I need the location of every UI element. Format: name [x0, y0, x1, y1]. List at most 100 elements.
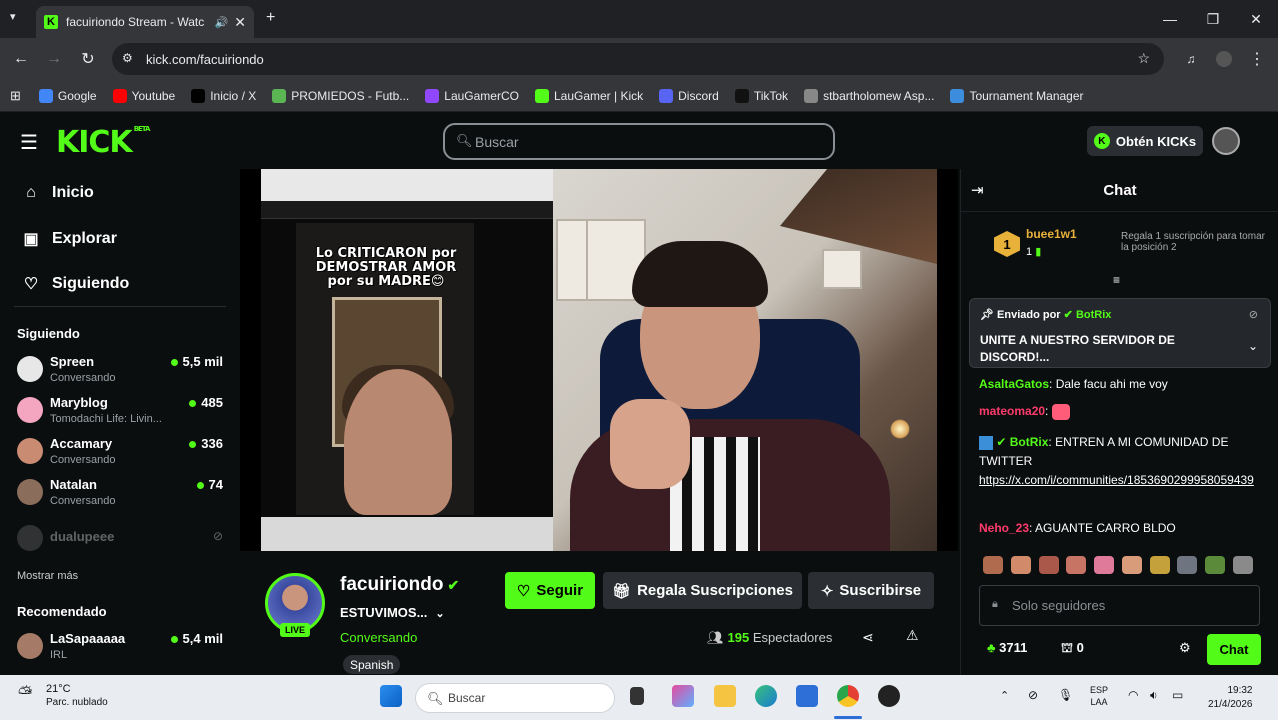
stream-title-row[interactable]: ESTUVIMOS... ⌄	[340, 605, 445, 620]
bookmark-item[interactable]: LauGamer | Kick	[534, 88, 643, 103]
video-player[interactable]: Lo CRITICARON por DEMOSTRAR AMOR por su …	[240, 169, 958, 551]
leaderboard-toggle-icon[interactable]: ≡	[1113, 273, 1120, 287]
emote-icon[interactable]	[1177, 556, 1198, 574]
sidebar-channel-natalan[interactable]: Natalan Conversando 74	[17, 475, 227, 515]
stream-category[interactable]: Conversando	[340, 630, 417, 645]
search-icon: 🔍︎	[456, 133, 473, 148]
store-icon[interactable]	[796, 685, 818, 707]
sidebar-channel-lasapaaaaa[interactable]: LaSapaaaaa IRL 5,4 mil	[17, 629, 227, 669]
profile-avatar-icon[interactable]	[1213, 48, 1235, 70]
hamburger-menu-icon[interactable]: ☰	[20, 130, 38, 155]
send-chat-button[interactable]: Chat	[1207, 634, 1261, 665]
points-display[interactable]: ♣ 3711	[987, 640, 1027, 655]
chat-link[interactable]: https://x.com/i/communities/185369029995…	[979, 473, 1254, 487]
emote-icon[interactable]	[1121, 556, 1142, 574]
address-bar[interactable]: ⚙ kick.com/facuiriondo ☆	[112, 43, 1164, 75]
chat-settings-icon[interactable]: ⚙	[1179, 640, 1191, 656]
language-indicator[interactable]: ESP LAA	[1090, 684, 1108, 708]
report-icon[interactable]: ⚠	[906, 627, 919, 644]
emote-icon[interactable]	[1149, 556, 1170, 574]
gift-subs-button[interactable]: 🎁︎ Regala Suscripciones	[603, 572, 802, 609]
bookmark-item[interactable]: PROMIEDOS - Futb...	[272, 88, 409, 103]
chat-username[interactable]: Neho_23	[979, 521, 1029, 535]
emote-icon[interactable]	[1094, 556, 1115, 574]
bookmark-item[interactable]: Inicio / X	[191, 88, 256, 103]
language-tag[interactable]: Spanish	[343, 655, 401, 674]
media-control-icon[interactable]: ♫	[1180, 48, 1202, 70]
volume-icon[interactable]: 🔉︎	[1150, 688, 1158, 703]
get-kicks-button[interactable]: K Obtén KICKs	[1087, 126, 1203, 156]
clock[interactable]: 19:32 21/4/2026	[1208, 684, 1253, 712]
forward-button[interactable]: →	[43, 48, 65, 70]
sidebar-channel-maryblog[interactable]: Maryblog Tomodachi Life: Livin... 485	[17, 393, 227, 433]
bookmark-item[interactable]: LauGamerCO	[425, 88, 519, 103]
emote-icon[interactable]	[1066, 556, 1087, 574]
emote-icon[interactable]	[1205, 556, 1226, 574]
mod-badge-icon	[979, 435, 993, 450]
bookmark-item[interactable]: TikTok	[734, 88, 788, 103]
user-avatar[interactable]	[1212, 127, 1240, 155]
mic-icon[interactable]: 🎙︎	[1058, 688, 1073, 702]
minimize-button[interactable]: —	[1148, 0, 1192, 38]
app-icon[interactable]	[878, 685, 900, 707]
back-button[interactable]: ←	[10, 48, 32, 70]
emote-icon[interactable]	[983, 556, 1003, 574]
wifi-icon[interactable]: ◠	[1128, 688, 1138, 702]
bookmark-item[interactable]: Youtube	[112, 88, 175, 103]
sidebar-nav-explorar[interactable]: ▣ Explorar	[22, 229, 116, 249]
subscribe-button[interactable]: ✧ Suscribirse	[808, 572, 934, 609]
start-button[interactable]	[380, 685, 402, 707]
tab-search-button[interactable]: ▾	[10, 10, 16, 23]
bookmark-item[interactable]: Discord	[659, 88, 719, 103]
weather-widget[interactable]: 21°C Parc. nublado ⛅︎	[18, 682, 108, 710]
avatar	[17, 397, 43, 423]
sidebar-channel-accamary[interactable]: Accamary Conversando 336	[17, 434, 227, 474]
follow-button[interactable]: ♡ Seguir	[505, 572, 595, 609]
pinned-message: 📌︎ Enviado por ✔ BotRix ⊘ UNITE A NUESTR…	[969, 298, 1271, 368]
streamer-name[interactable]: facuiriondo	[340, 574, 443, 595]
shop-display[interactable]: ⛫ 0	[1061, 640, 1084, 658]
chrome-icon[interactable]	[837, 685, 859, 707]
sidebar-nav-inicio[interactable]: ⌂ Inicio	[22, 184, 94, 202]
edge-icon[interactable]	[755, 685, 777, 707]
emote-icon[interactable]	[1038, 556, 1059, 574]
close-tab-icon[interactable]: ✕	[234, 14, 246, 31]
sidebar-nav-siguiendo[interactable]: ♡ Siguiendo	[22, 274, 130, 294]
chat-input[interactable]: 🔒︎ Solo seguidores	[979, 585, 1260, 626]
reload-button[interactable]: ↻	[77, 48, 99, 70]
show-more-link[interactable]: Mostrar más	[17, 570, 78, 582]
chat-username[interactable]: mateoma20	[979, 404, 1045, 418]
share-icon[interactable]: ⋖	[862, 629, 874, 646]
emote-icon[interactable]	[1010, 556, 1031, 574]
gift-prompt[interactable]: Regala 1 suscripción para tomar la posic…	[1121, 231, 1271, 253]
apps-grid-icon[interactable]: ⊞	[10, 88, 21, 104]
new-tab-button[interactable]: +	[266, 9, 275, 27]
screen-share-search	[261, 201, 553, 219]
close-window-button[interactable]: ✕	[1234, 0, 1278, 38]
kick-logo[interactable]: KICK BETA	[56, 125, 150, 160]
expand-pin-icon[interactable]: ⌄	[1248, 339, 1258, 353]
menu-kebab-icon[interactable]: ⋮	[1246, 48, 1268, 70]
network-icon[interactable]: ⊘	[1028, 688, 1038, 702]
bookmark-star-icon[interactable]: ☆	[1137, 50, 1150, 67]
chat-username[interactable]: AsaltaGatos	[979, 377, 1049, 391]
bookmark-item[interactable]: Google	[38, 88, 97, 103]
task-view-icon[interactable]	[630, 687, 644, 705]
bookmark-item[interactable]: stbartholomew Asp...	[804, 88, 934, 103]
search-input[interactable]: 🔍︎ Buscar	[443, 123, 835, 160]
maximize-button[interactable]: ❐	[1191, 0, 1235, 38]
emote-icon[interactable]	[1232, 556, 1253, 574]
browser-tab[interactable]: K facuiriondo Stream - Watc 🔊 ✕	[36, 6, 254, 38]
file-explorer-icon[interactable]	[714, 685, 736, 707]
chat-username[interactable]: BotRix	[1010, 435, 1049, 449]
hide-pin-icon[interactable]: ⊘	[1249, 308, 1258, 321]
battery-icon[interactable]: ▭	[1172, 688, 1183, 702]
taskbar-search[interactable]: 🔍︎ Buscar	[415, 683, 615, 713]
gifter-name[interactable]: buee1w1	[1026, 227, 1077, 241]
bookmark-item[interactable]: Tournament Manager	[950, 88, 1084, 103]
copilot-icon[interactable]	[672, 685, 694, 707]
sidebar-channel-spreen[interactable]: Spreen Conversando 5,5 mil	[17, 352, 227, 392]
sidebar-channel-offline[interactable]: dualupeee ⊘	[17, 521, 227, 561]
tray-overflow-icon[interactable]: ⌃	[1000, 689, 1009, 702]
site-info-icon[interactable]: ⚙	[122, 51, 133, 65]
